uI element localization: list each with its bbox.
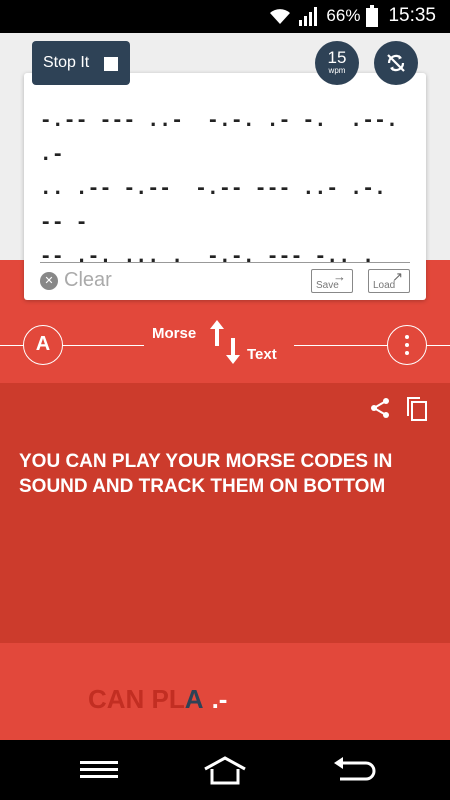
source-language-label: Morse xyxy=(152,325,197,342)
target-language-label: Text xyxy=(247,346,277,363)
save-label: Save xyxy=(316,280,339,291)
more-dot xyxy=(405,335,409,339)
clear-button[interactable]: Clear xyxy=(64,269,112,292)
wpm-unit: wpm xyxy=(328,66,346,75)
input-divider xyxy=(40,262,410,263)
status-indicators: 66% 15:35 xyxy=(268,5,436,27)
battery-icon xyxy=(366,5,379,27)
current-letter: A xyxy=(184,684,204,714)
back-icon[interactable] xyxy=(330,756,376,786)
load-button[interactable]: ↗ Load xyxy=(368,269,410,293)
stop-icon xyxy=(104,57,118,71)
sync-off-icon xyxy=(387,54,405,72)
load-label: Load xyxy=(373,280,396,291)
swap-arrows-icon xyxy=(210,320,240,364)
share-icon[interactable] xyxy=(368,396,392,420)
translated-text: YOU CAN PLAY YOUR MORSE CODES IN SOUND A… xyxy=(19,451,393,497)
wpm-value: 15 xyxy=(327,48,347,67)
status-time: 15:35 xyxy=(388,5,436,26)
save-button[interactable]: → Save xyxy=(311,269,353,293)
menu-icon[interactable] xyxy=(80,761,118,779)
wpm-button[interactable]: 15 wpm xyxy=(315,41,359,85)
swap-direction-button[interactable]: Morse Text xyxy=(144,316,294,366)
morse-input-card: -.-- --- ..- -.-. .- -. .--. .- .. .-- -… xyxy=(24,73,426,300)
morse-input[interactable]: -.-- --- ..- -.-. .- -. .--. .- .. .-- -… xyxy=(40,103,410,263)
wifi-icon xyxy=(270,9,291,24)
font-button[interactable]: A xyxy=(23,325,63,365)
more-menu-button[interactable] xyxy=(387,325,427,365)
sync-off-button[interactable] xyxy=(374,41,418,85)
translation-panel xyxy=(0,383,450,643)
stop-button[interactable]: Stop It xyxy=(32,41,130,85)
more-dot xyxy=(405,351,409,355)
played-text: CAN PL xyxy=(88,684,185,714)
copy-icon[interactable] xyxy=(405,396,429,422)
signal-icon xyxy=(299,7,318,26)
current-morse: .- xyxy=(211,684,228,714)
battery-percent: 66% xyxy=(326,6,361,25)
stop-label: Stop It xyxy=(43,54,90,71)
home-icon[interactable] xyxy=(202,756,248,786)
status-bar: 66% 15:35 xyxy=(0,0,450,33)
clear-icon[interactable]: ✕ xyxy=(40,272,58,290)
more-dot xyxy=(405,343,409,347)
playback-tracker: CAN PLA .- xyxy=(88,684,227,715)
